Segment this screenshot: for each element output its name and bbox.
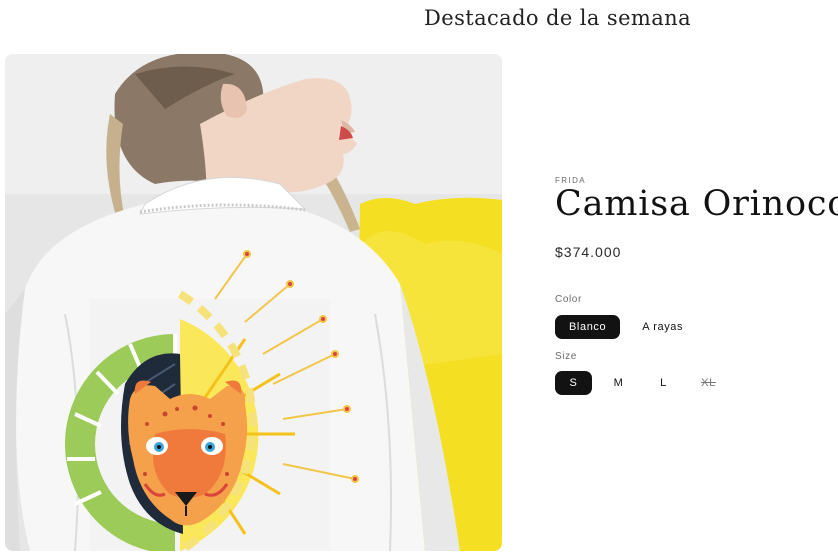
color-option-blanco[interactable]: Blanco — [555, 315, 621, 339]
product-image[interactable] — [5, 54, 502, 551]
size-option-label: Size — [555, 351, 577, 362]
size-option-group: S M L XL — [555, 371, 735, 395]
color-option-a-rayas[interactable]: A rayas — [628, 315, 697, 339]
size-option-l[interactable]: L — [645, 371, 682, 395]
size-option-s[interactable]: S — [555, 371, 592, 395]
color-option-label: Color — [555, 294, 582, 305]
size-option-xl[interactable]: XL — [690, 371, 727, 395]
product-photo-illustration — [5, 54, 502, 551]
product-price: $374.000 — [555, 244, 622, 260]
product-info: FRIDA Camisa Orinoco $374.000 Color Blan… — [555, 0, 838, 560]
size-option-m[interactable]: M — [600, 371, 637, 395]
color-option-group: Blanco A rayas — [555, 315, 705, 339]
product-title[interactable]: Camisa Orinoco — [555, 184, 838, 224]
